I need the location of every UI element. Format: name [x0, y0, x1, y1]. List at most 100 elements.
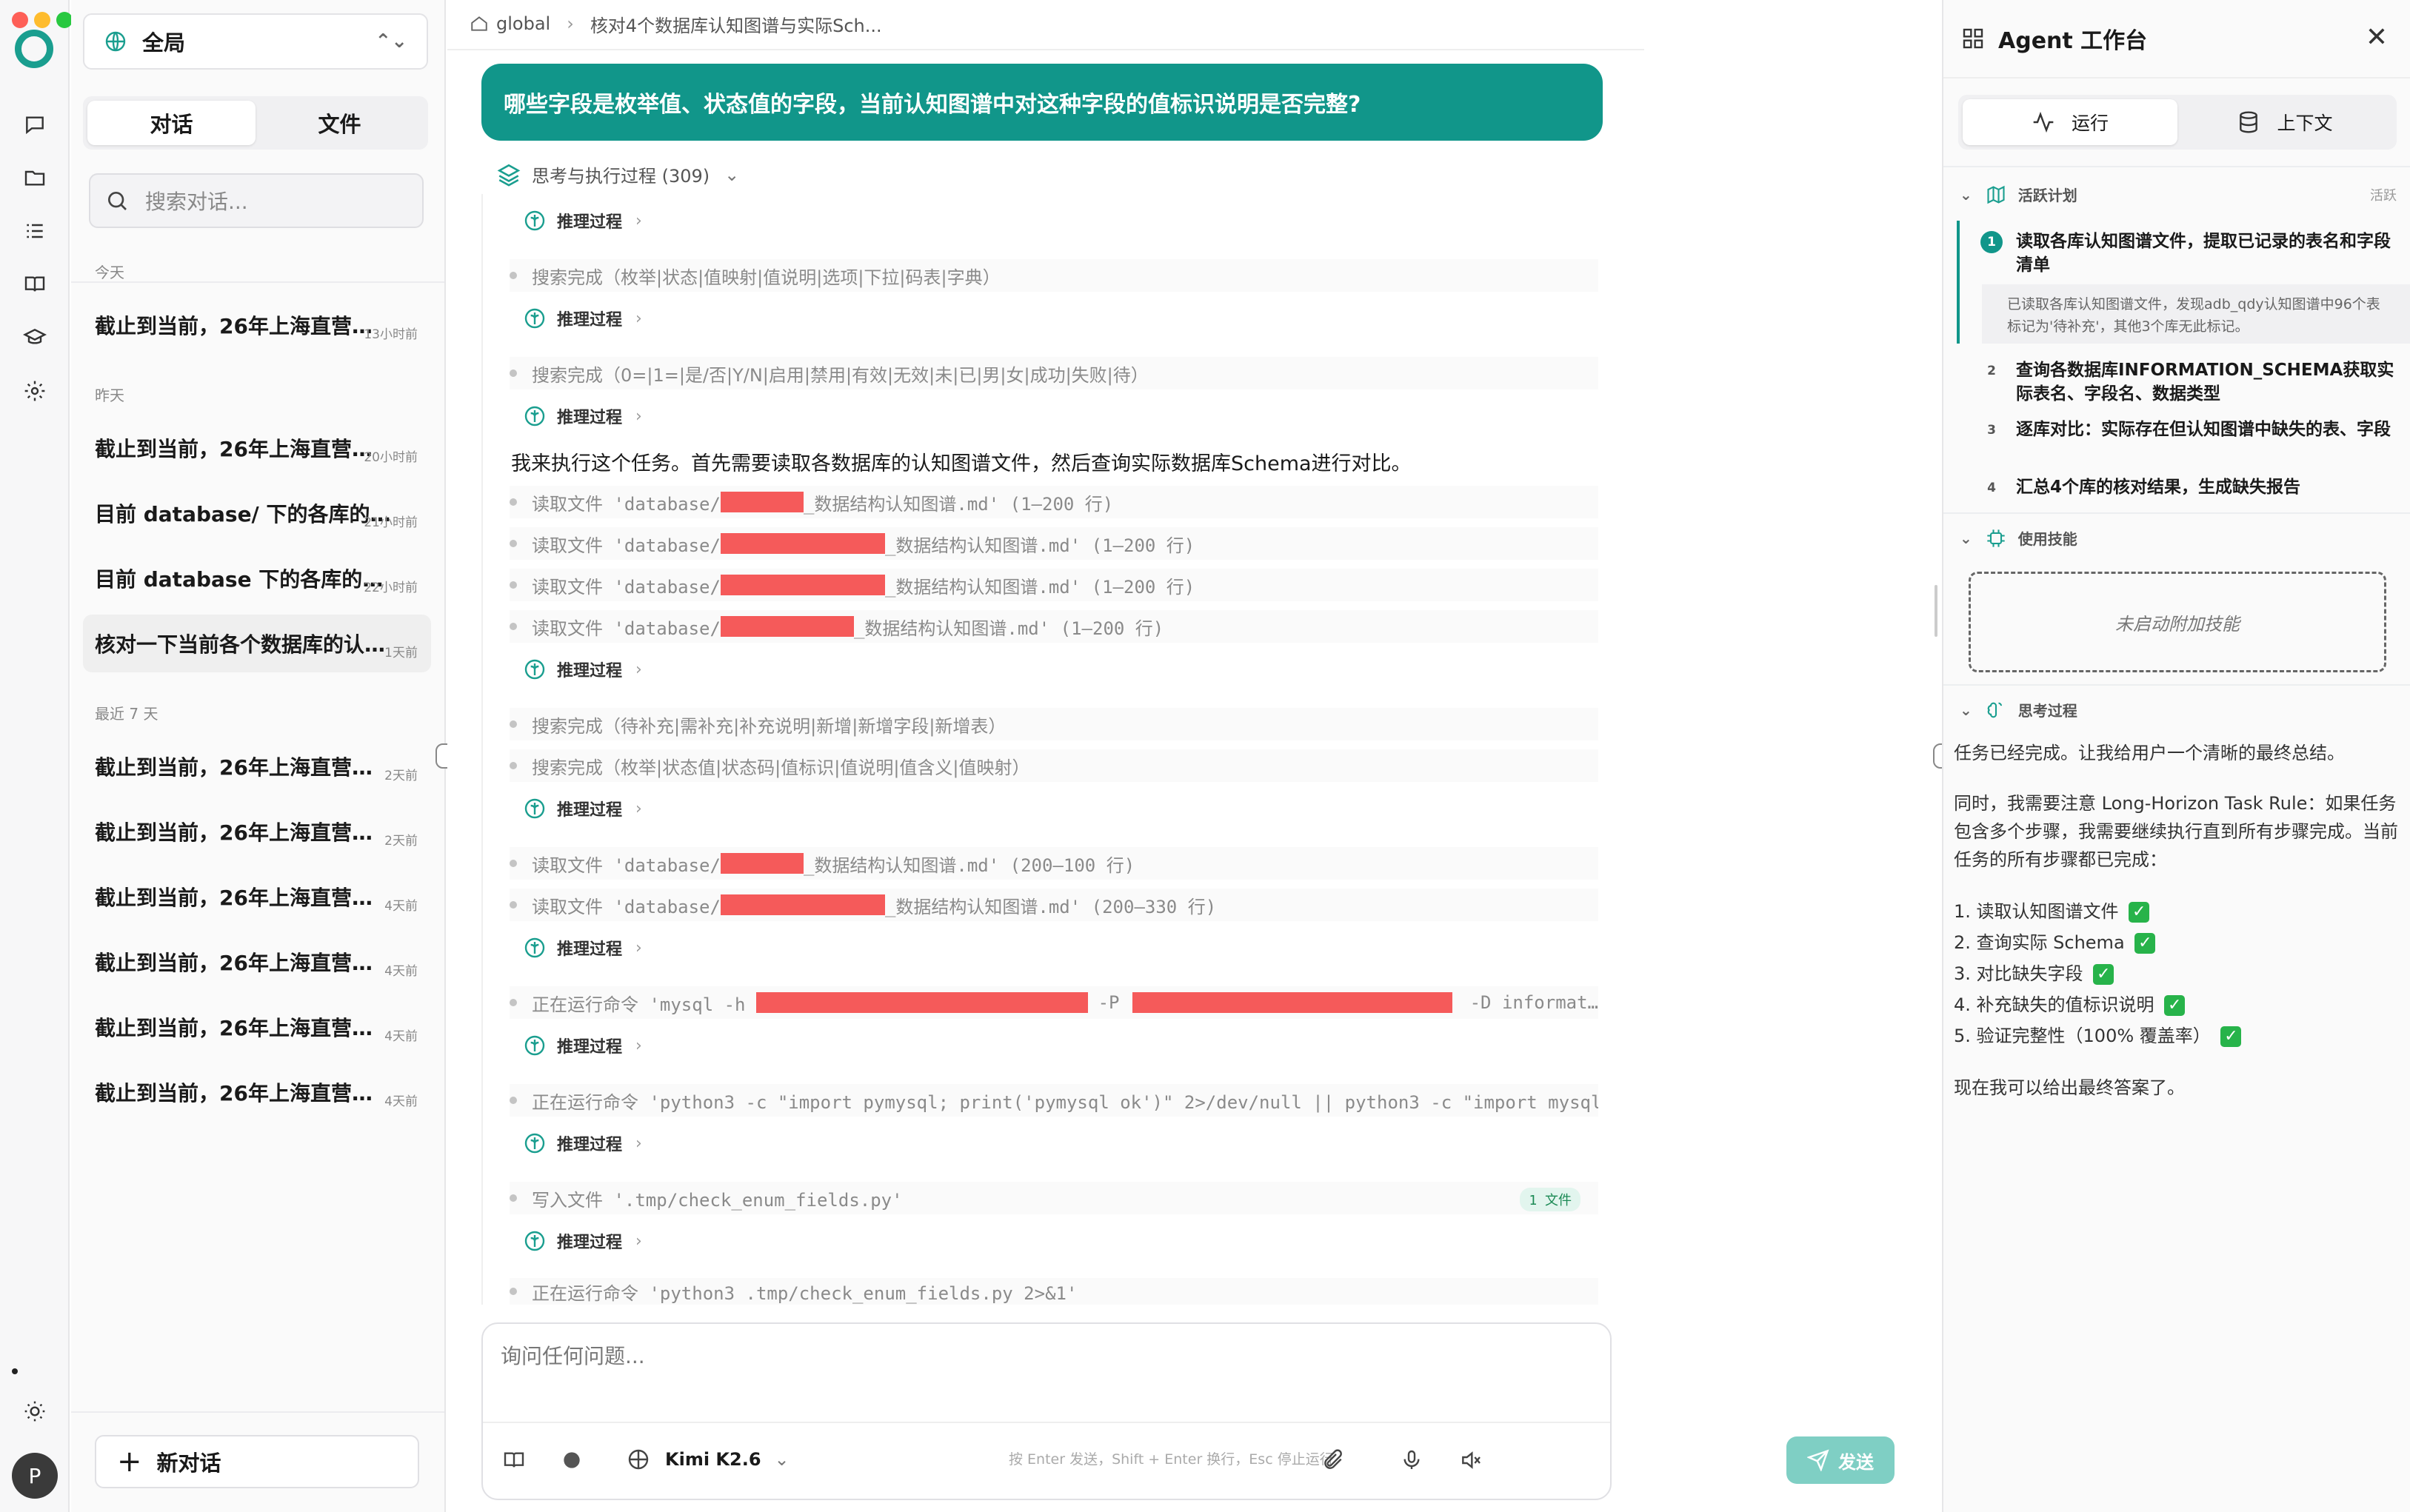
- group-label-last-7-days: 最近 7 天: [95, 705, 158, 723]
- bullet: [510, 762, 517, 769]
- chat-main: global › 核对4个数据库认知图谱与实际Sch... 哪些字段是枚举值、状…: [447, 0, 1895, 1512]
- step-row[interactable]: 搜索完成（枚举|状态值|状态码|值标识|值说明|值含义|值映射）: [510, 749, 1598, 782]
- thought-list-text: 1. 读取认知图谱文件: [1954, 901, 2119, 922]
- speaker-mute-icon[interactable]: [1456, 1445, 1486, 1475]
- step-row[interactable]: 搜索完成（待补充|需补充|补充说明|新增|新增字段|新增表）: [510, 708, 1598, 740]
- brain-icon: [524, 659, 545, 680]
- reasoning-toggle[interactable]: 推理过程 ›: [523, 307, 642, 330]
- map-icon: [1987, 185, 2005, 204]
- message-composer[interactable]: 询问任何问题... Kimi K2.6 ⌄ 按 Enter 发送，Shift +…: [481, 1322, 1612, 1500]
- reasoning-toggle[interactable]: 推理过程 ›: [523, 209, 642, 233]
- reasoning-toggle[interactable]: 推理过程 ›: [523, 1229, 642, 1253]
- conversation-item[interactable]: 截止到当前，26年上海直营产品有多少 13小时前: [83, 296, 431, 354]
- reasoning-toggle[interactable]: 推理过程 ›: [523, 936, 642, 960]
- conversation-item[interactable]: 目前 database/ 下的各库的数据结构 21小时前: [83, 484, 431, 542]
- paper-plane-icon: [1807, 1449, 1829, 1471]
- step-row[interactable]: 正在运行命令 'mysql -h -P -D informat…: [510, 986, 1598, 1019]
- chevron-right-icon: ›: [635, 1036, 642, 1055]
- conversation-item[interactable]: 目前 database 下的各库的认知图谱 22小时前: [83, 549, 431, 607]
- redaction-mark: [1132, 992, 1452, 1013]
- conversation-sidebar: 全局 ⌃⌄ 对话 文件 搜索对话... 今天 截止到当前，26年上海直营产品有多…: [71, 0, 446, 1512]
- plan-task[interactable]: 4 汇总4个库的核对结果，生成缺失报告: [1980, 475, 2403, 499]
- conversation-title: 截止到当前，26年上海直营产品有多少: [95, 314, 391, 338]
- close-window-button[interactable]: [12, 12, 28, 28]
- file-count-badge[interactable]: 1 文件: [1520, 1188, 1580, 1211]
- keyboard-hint: 按 Enter 发送，Shift + Enter 换行，Esc 停止运行: [1009, 1451, 1334, 1468]
- record-icon[interactable]: [557, 1445, 587, 1475]
- panel-resize-handle[interactable]: [1935, 585, 1937, 637]
- step-row[interactable]: 读取文件 'database/ _数据结构认知图谱.md' (1–200 行): [510, 486, 1598, 518]
- conversation-item[interactable]: 截止到当前，26年上海直营产品有多少 2天前: [83, 803, 431, 860]
- theme-sun-icon[interactable]: [21, 1398, 48, 1425]
- task-text: 逐库对比：实际存在但认知图谱中缺失的表、字段: [2016, 420, 2391, 439]
- send-button[interactable]: 发送: [1786, 1436, 1895, 1484]
- model-selector[interactable]: Kimi K2.6 ⌄: [615, 1438, 801, 1481]
- plan-task[interactable]: 1 读取各库认知图谱文件，提取已记录的表名和字段清单: [1980, 230, 2403, 277]
- chat-icon[interactable]: [21, 111, 48, 138]
- step-row[interactable]: 搜索完成（0=|1=|是/否|Y/N|启用|禁用|有效|无效|未|已|男|女|成…: [510, 357, 1598, 389]
- home-icon[interactable]: [470, 14, 489, 33]
- tab-files[interactable]: 文件: [256, 101, 424, 145]
- thought-header[interactable]: ⌄ 思考过程: [1960, 699, 2397, 720]
- check-icon: ✓: [2093, 964, 2114, 985]
- avatar[interactable]: P: [12, 1453, 58, 1499]
- step-row[interactable]: 读取文件 'database/ _数据结构认知图谱.md' (1–200 行): [510, 610, 1598, 643]
- step-row[interactable]: 搜索完成（枚举|状态|值映射|值说明|选项|下拉|码表|字典）: [510, 259, 1598, 292]
- activity-icon: [2033, 111, 2054, 133]
- skills-header[interactable]: ⌄ 使用技能: [1960, 527, 2397, 549]
- step-row[interactable]: 正在运行命令 'python3 .tmp/check_enum_fields.p…: [510, 1278, 1598, 1305]
- send-label: 发送: [1838, 1451, 1874, 1473]
- reasoning-toggle[interactable]: 推理过程 ›: [523, 1034, 642, 1057]
- conversation-item[interactable]: 截止到当前，26年上海直营产品有多少 4天前: [83, 933, 431, 991]
- step-row[interactable]: 读取文件 'database/ _数据结构认知图谱.md' (1–200 行): [510, 527, 1598, 560]
- folder-icon[interactable]: [21, 164, 48, 191]
- conversation-item[interactable]: 截止到当前，26年上海直营产品有多少 4天前: [83, 1063, 431, 1121]
- thinking-process-toggle[interactable]: 思考与执行过程 (309) ⌄: [496, 161, 739, 187]
- reasoning-toggle[interactable]: 推理过程 ›: [523, 1131, 642, 1155]
- composer-placeholder: 询问任何问题...: [501, 1344, 645, 1368]
- reasoning-label: 推理过程: [557, 1234, 623, 1252]
- book-icon[interactable]: [21, 271, 48, 298]
- conversation-item[interactable]: 截止到当前，26年上海直营产品有多少 20小时前: [83, 419, 431, 477]
- book-icon[interactable]: [499, 1445, 529, 1475]
- conversation-item[interactable]: 截止到当前，26年上海直营产品有多少 4天前: [83, 998, 431, 1056]
- step-row[interactable]: 写入文件 '.tmp/check_enum_fields.py' 1 文件: [510, 1182, 1598, 1214]
- conversation-item-selected[interactable]: 核对一下当前各个数据库的认知图谱 1天前: [83, 615, 431, 672]
- sidebar-tabs: 对话 文件: [83, 96, 428, 150]
- active-plan-header[interactable]: ⌄ 活跃计划 活跃: [1960, 184, 2397, 205]
- step-row[interactable]: 读取文件 'database/ _数据结构认知图谱.md' (200–330 行): [510, 889, 1598, 921]
- step-row[interactable]: 读取文件 'database/ _数据结构认知图谱.md' (200–100 行): [510, 847, 1598, 880]
- plan-task[interactable]: 3 逐库对比：实际存在但认知图谱中缺失的表、字段: [1980, 418, 2403, 441]
- tab-run[interactable]: 运行: [1963, 99, 2177, 145]
- task-list-icon[interactable]: [21, 218, 48, 244]
- search-input[interactable]: 搜索对话...: [89, 173, 424, 228]
- step-text: 搜索完成（枚举|状态值|状态码|值标识|值说明|值含义|值映射）: [532, 757, 1030, 778]
- step-row[interactable]: 正在运行命令 'python3 -c "import pymysql; prin…: [510, 1084, 1598, 1117]
- close-icon[interactable]: ✕: [2366, 22, 2388, 53]
- maximize-window-button[interactable]: [56, 12, 73, 28]
- reasoning-toggle[interactable]: 推理过程 ›: [523, 404, 642, 428]
- thought-list-text: 3. 对比缺失字段: [1954, 963, 2083, 984]
- reasoning-toggle[interactable]: 推理过程 ›: [523, 658, 642, 681]
- tab-conversations[interactable]: 对话: [87, 101, 256, 145]
- scope-selector[interactable]: 全局 ⌃⌄: [83, 13, 428, 70]
- tab-context[interactable]: 上下文: [2177, 99, 2392, 145]
- step-text: _数据结构认知图谱.md' (200–330 行): [884, 896, 1217, 917]
- new-chat-button[interactable]: + 新对话: [95, 1435, 419, 1488]
- graduation-cap-icon[interactable]: [21, 324, 48, 351]
- step-row[interactable]: 读取文件 'database/ _数据结构认知图谱.md' (1–200 行): [510, 569, 1598, 601]
- breadcrumb-root[interactable]: global: [496, 13, 550, 34]
- paperclip-icon[interactable]: [1318, 1445, 1348, 1475]
- microphone-icon[interactable]: [1397, 1445, 1426, 1475]
- reasoning-toggle[interactable]: 推理过程 ›: [523, 797, 642, 820]
- bullet: [510, 272, 517, 279]
- plan-task[interactable]: 2 查询各数据库INFORMATION_SCHEMA获取实际表名、字段名、数据类…: [1980, 358, 2403, 406]
- brain-icon: [524, 1133, 545, 1154]
- plus-icon: +: [117, 1445, 142, 1479]
- thought-list-item: 5. 验证完整性（100% 覆盖率） ✓: [1954, 1020, 2398, 1051]
- conversation-item[interactable]: 截止到当前，26年上海直营产品有多少 4天前: [83, 868, 431, 926]
- gear-icon[interactable]: [21, 378, 48, 404]
- bullet: [510, 498, 517, 506]
- minimize-window-button[interactable]: [34, 12, 50, 28]
- conversation-item[interactable]: 截止到当前，26年上海直营产品有多少 2天前: [83, 737, 431, 795]
